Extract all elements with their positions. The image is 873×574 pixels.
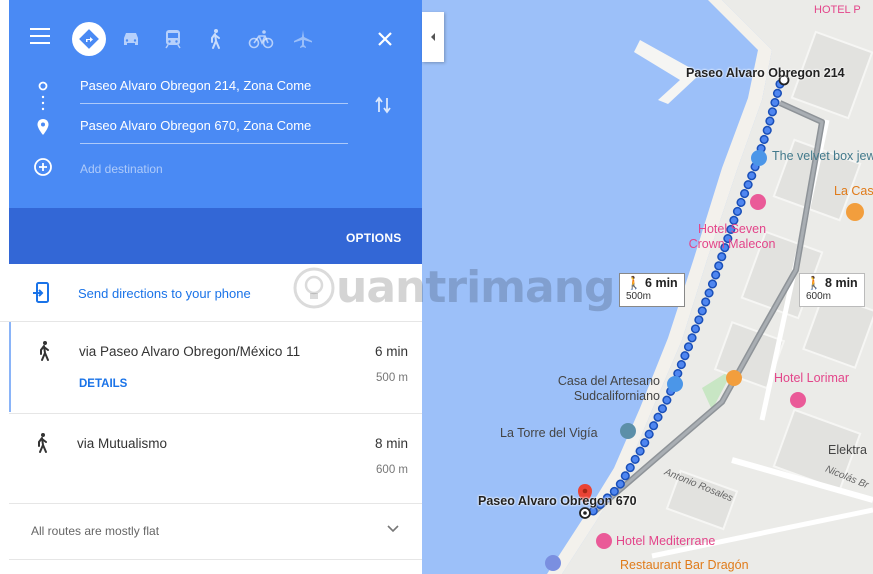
send-directions-label[interactable]: Send directions to your phone: [78, 286, 251, 301]
map-end-label: Paseo Alvaro Obregon 670: [478, 494, 637, 508]
origin-input[interactable]: Paseo Alvaro Obregon 214, Zona Come: [80, 76, 348, 104]
route-badge-2[interactable]: 🚶 8 min 600m: [799, 273, 865, 307]
send-to-phone-icon: [33, 282, 49, 303]
route-badge-1-time: 6 min: [645, 276, 678, 290]
hotel-mediterrane-label: Hotel Mediterrane: [616, 534, 716, 548]
options-bar: OPTIONS: [0, 208, 422, 264]
walk-icon: [211, 29, 220, 49]
directions-icon: [79, 29, 99, 49]
route-option-2[interactable]: via Mutualismo 8 min 600 m: [9, 413, 422, 503]
route-badge-1[interactable]: 🚶 6 min 500m: [619, 273, 685, 307]
route-badge-2-time: 8 min: [825, 276, 858, 290]
walk-glyph-icon: 🚶: [626, 276, 646, 290]
bicycle-icon: [248, 30, 274, 49]
collapse-panel-button[interactable]: [422, 12, 444, 62]
hotel-top-label: HOTEL P: [814, 4, 861, 16]
route-duration: 8 min: [374, 436, 408, 451]
drive-mode-button[interactable]: [114, 22, 148, 56]
hotel-seven-label: Hotel Seven Crown Malecon: [688, 222, 776, 251]
route-via-label: via Paseo Alvaro Obregon/México 11: [79, 344, 301, 359]
terrain-note-row[interactable]: All routes are mostly flat: [9, 503, 422, 560]
velvet-box-label: The velvet box jewelry la paz: [772, 149, 873, 163]
close-button[interactable]: [368, 22, 402, 56]
watermark: uantrimang: [292, 262, 616, 313]
la-cas-label: La Cas: [834, 184, 873, 198]
route-distance: 600 m: [376, 464, 408, 476]
route-option-1[interactable]: via Paseo Alvaro Obregon/México 11 6 min…: [9, 322, 422, 412]
route-badge-1-distance: 500m: [626, 291, 652, 302]
bicycle-mode-button[interactable]: [244, 22, 278, 56]
close-icon: [378, 32, 392, 46]
destination-input[interactable]: Paseo Alvaro Obregon 670, Zona Come: [80, 116, 348, 144]
torre-vigia-label: La Torre del Vigía: [500, 426, 598, 440]
route-duration: 6 min: [374, 344, 408, 359]
terrain-note: All routes are mostly flat: [31, 524, 160, 538]
route-via-label: via Mutualismo: [77, 436, 168, 451]
flight-mode-button[interactable]: [286, 22, 320, 56]
watermark-text: uantrimang: [336, 262, 616, 313]
chevron-down-icon[interactable]: [386, 522, 400, 536]
details-link[interactable]: DETAILS: [79, 378, 127, 390]
best-route-mode-button[interactable]: [72, 22, 106, 56]
car-icon: [124, 33, 138, 45]
transit-icon: [165, 30, 181, 49]
walk-mode-button[interactable]: [198, 22, 232, 56]
destination-pin-icon: [37, 119, 49, 135]
map-start-label: Paseo Alvaro Obregon 214: [686, 66, 845, 80]
lightbulb-logo-icon: [293, 267, 335, 308]
route-distance: 500 m: [376, 372, 408, 384]
route-badge-2-distance: 600m: [806, 291, 832, 302]
menu-button[interactable]: [30, 28, 50, 46]
swap-icon[interactable]: [374, 94, 392, 116]
transit-mode-button[interactable]: [156, 22, 190, 56]
restaurant-bar-label: Restaurant Bar Dragón: [620, 558, 749, 572]
options-button[interactable]: OPTIONS: [346, 231, 401, 245]
elektra-label: Elektra: [828, 443, 867, 457]
walk-icon: [38, 433, 47, 453]
directions-header: Paseo Alvaro Obregon 214, Zona Come Pase…: [0, 0, 422, 208]
walk-icon: [40, 341, 49, 361]
add-destination-field[interactable]: Add destination: [80, 162, 163, 176]
chevron-left-icon: [431, 33, 435, 41]
hotel-lorimar-label: Hotel Lorimar: [774, 371, 850, 385]
walk-glyph-icon: 🚶: [806, 276, 826, 290]
airplane-icon: [294, 30, 312, 48]
add-destination-icon[interactable]: [33, 157, 53, 177]
casa-artesano-label: Casa del Artesano Sudcaliforniano: [557, 374, 660, 403]
